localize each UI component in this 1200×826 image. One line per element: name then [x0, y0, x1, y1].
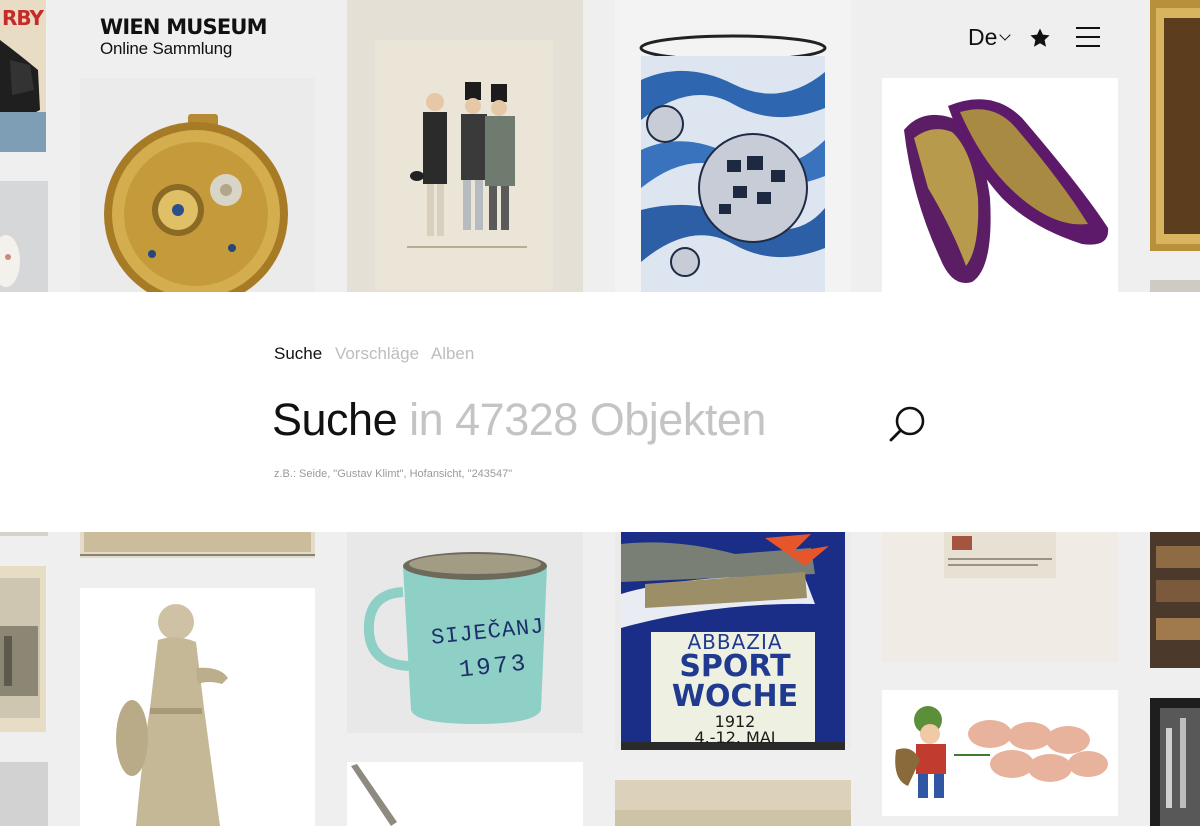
site-logo[interactable]: WIEN MUSEUM Online Sammlung — [100, 14, 268, 58]
slippers-image — [882, 78, 1118, 292]
object-tile-photo[interactable] — [1150, 698, 1200, 826]
paper-knife-image — [347, 762, 583, 826]
page: RBY WIEN MUSEUM Online Sammlung De Suche… — [0, 0, 1200, 826]
language-selector[interactable]: De — [968, 24, 1012, 51]
object-tile-landscape[interactable] — [615, 780, 851, 826]
object-tile-slippers[interactable] — [882, 78, 1118, 292]
object-tile-abbazia-poster[interactable]: ABBAZIA SPORT WOCHE 1912 4.-12. MAI — [615, 532, 851, 750]
search-examples: z.B.: Seide, "Gustav Klimt", Hofansicht,… — [274, 468, 513, 480]
chevron-down-icon — [999, 29, 1012, 41]
language-label: De — [968, 24, 998, 50]
object-tile-print-strip[interactable] — [80, 532, 315, 558]
poster-line-2: SPORT — [679, 649, 791, 684]
search-term: Suche — [272, 394, 398, 445]
search-input[interactable]: Suche in 47328 Objekten — [272, 394, 766, 446]
statue-image — [80, 588, 315, 826]
porcelain-image — [0, 181, 48, 292]
poster-line-3: WOCHE — [671, 679, 799, 714]
print-strip-image — [80, 532, 315, 558]
object-tile-pocket-watch[interactable] — [80, 78, 315, 292]
poster-line-5: 4.-12. MAI — [694, 728, 776, 747]
gilded-frame-image — [1150, 0, 1200, 251]
pig-greeting-image — [882, 690, 1118, 816]
object-tile-glass-beaker[interactable] — [615, 0, 851, 292]
search-icon[interactable] — [888, 404, 928, 444]
object-tile-left-strip[interactable] — [0, 532, 48, 536]
object-tile-enamel-mug[interactable]: SIJEČANJ 1973 — [347, 532, 583, 733]
logo-title: WIEN MUSEUM — [100, 15, 268, 39]
poster-derby-text: RBY — [2, 6, 44, 30]
landscape-image — [615, 780, 851, 826]
document-print-image — [882, 532, 1118, 662]
star-icon[interactable] — [1028, 26, 1052, 50]
object-tile-fashion-print[interactable] — [347, 0, 583, 292]
tab-vorschlaege[interactable]: Vorschläge — [335, 344, 419, 363]
search-panel: Suche Vorschläge Alben Suche in 47328 Ob… — [0, 292, 1200, 532]
object-tile-paper-knife[interactable] — [347, 762, 583, 826]
object-tile-pig-greeting[interactable] — [882, 690, 1118, 816]
object-tile-theater[interactable] — [1150, 532, 1200, 668]
search-placeholder: in 47328 Objekten — [397, 394, 766, 445]
pocket-watch-image — [80, 78, 315, 292]
object-tile-statue[interactable] — [80, 588, 315, 826]
fashion-print-image — [347, 0, 583, 292]
object-tile-document-print[interactable] — [882, 532, 1118, 662]
object-tile-right-fragment[interactable] — [1150, 280, 1200, 292]
object-tile-city-view[interactable] — [0, 566, 46, 732]
tab-alben[interactable]: Alben — [431, 344, 474, 363]
object-tile-poster-derby[interactable]: RBY — [0, 0, 46, 152]
object-tile-porcelain[interactable] — [0, 181, 48, 292]
glass-beaker-image — [615, 0, 851, 292]
city-view-image — [0, 566, 46, 732]
object-tile-gilded-frame[interactable] — [1150, 0, 1200, 251]
search-tabs: Suche Vorschläge Alben — [274, 344, 482, 364]
theater-image — [1150, 532, 1200, 668]
object-tile-left-bottom[interactable] — [0, 762, 48, 826]
menu-icon[interactable] — [1076, 27, 1100, 49]
photo-image — [1150, 698, 1200, 826]
logo-subtitle: Online Sammlung — [100, 39, 233, 58]
poster-text-block: ABBAZIA SPORT WOCHE 1912 4.-12. MAI — [657, 632, 813, 746]
tab-suche[interactable]: Suche — [274, 344, 322, 363]
